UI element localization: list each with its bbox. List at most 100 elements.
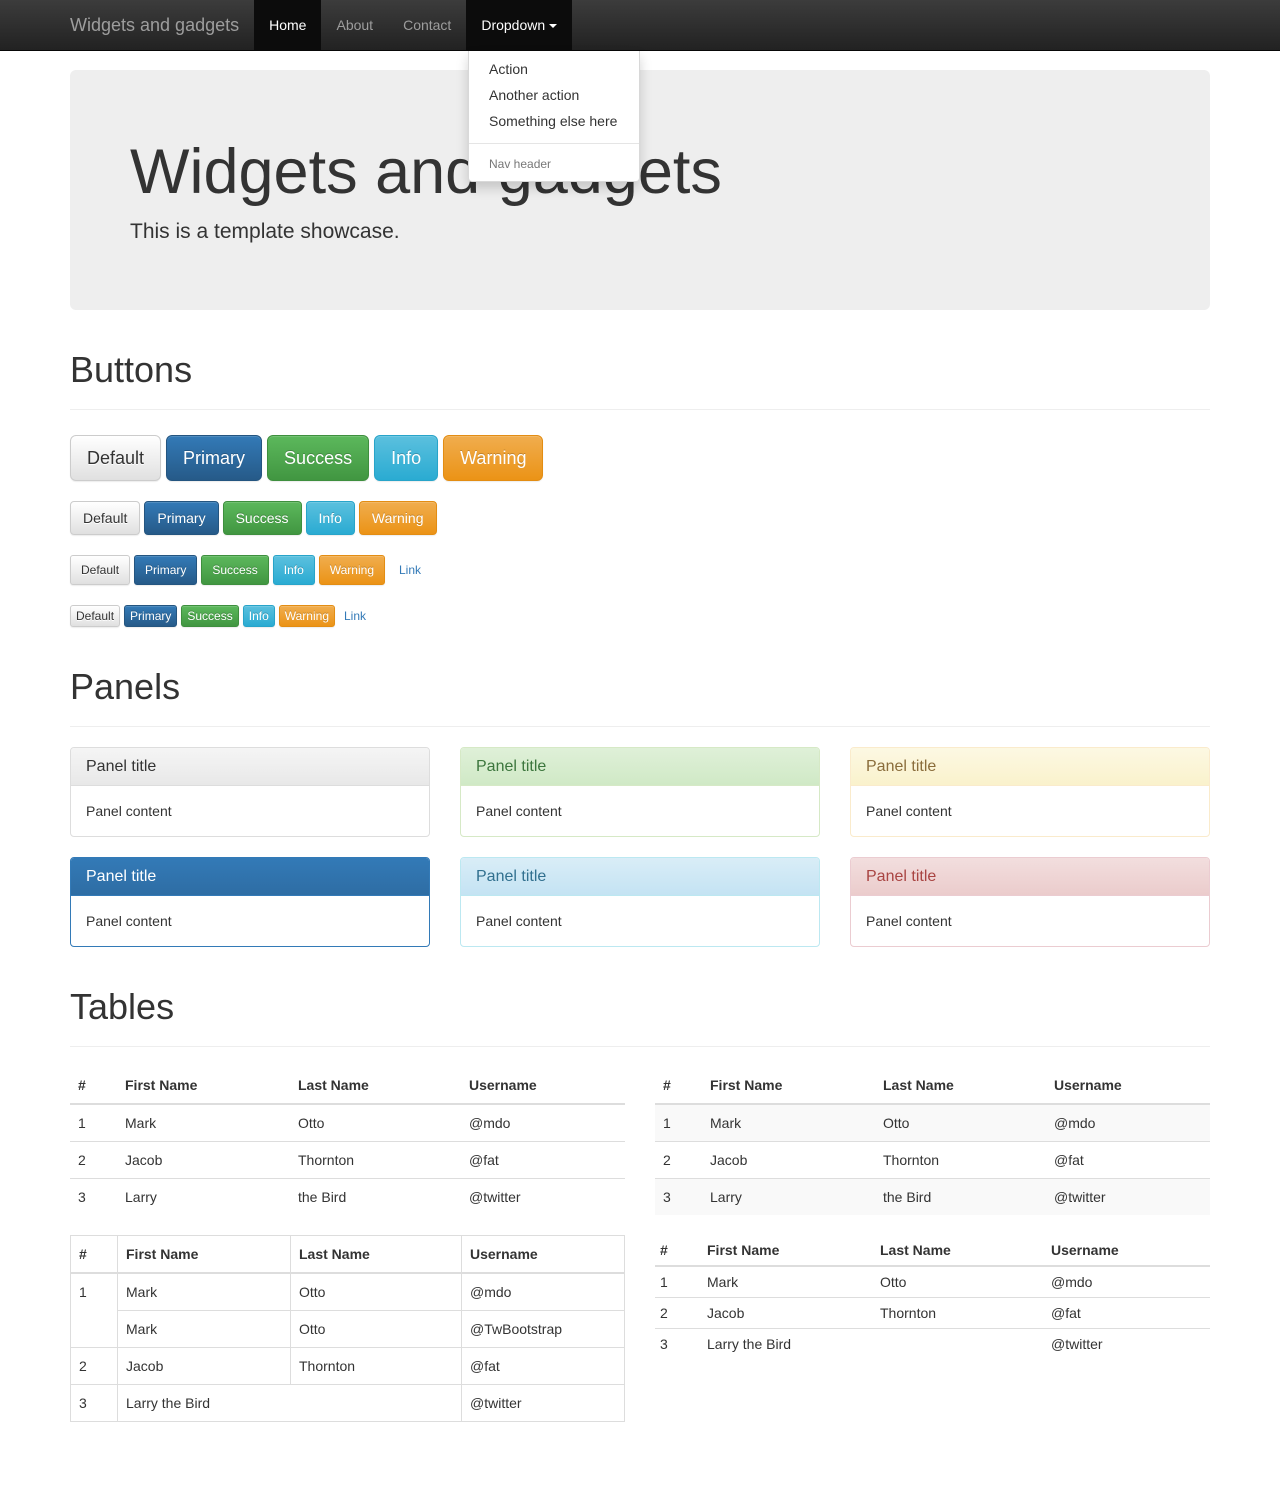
table-cell: @TwBootstrap bbox=[461, 1310, 625, 1348]
panel-title: Panel title bbox=[851, 858, 1209, 896]
info-button-lg[interactable]: Info bbox=[374, 435, 439, 481]
info-button-md[interactable]: Info bbox=[305, 501, 355, 535]
table-cell: Otto bbox=[875, 1265, 1046, 1298]
brand-link[interactable]: Widgets and gadgets bbox=[70, 0, 254, 50]
table-row: Mark Otto @TwBootstrap bbox=[71, 1310, 625, 1348]
table-row: 2 Jacob Thornton @fat bbox=[655, 1141, 1210, 1179]
column-header: First Name bbox=[117, 1067, 290, 1105]
success-button-md[interactable]: Success bbox=[222, 501, 302, 535]
table-row: 1 Mark Otto @mdo bbox=[655, 1103, 1210, 1142]
condensed-table: # First Name Last Name Username 1 Mark Otto @md… bbox=[655, 1235, 1210, 1359]
table-cell: Thornton bbox=[875, 1141, 1046, 1179]
table-cell: @twitter bbox=[461, 1178, 625, 1215]
jumbotron-subtitle: This is a template showcase. bbox=[130, 220, 400, 243]
default-button-xs[interactable]: Default bbox=[70, 605, 121, 627]
default-button-md[interactable]: Default bbox=[70, 501, 141, 535]
panel-info: Panel title Panel content bbox=[460, 857, 820, 947]
primary-button-md[interactable]: Primary bbox=[144, 501, 219, 535]
table-cell: @fat bbox=[461, 1141, 625, 1179]
primary-button-lg[interactable]: Primary bbox=[166, 435, 263, 481]
primary-button-xs[interactable]: Primary bbox=[124, 605, 178, 627]
table-cell: 3 bbox=[655, 1178, 702, 1215]
jumbotron-title: Widgets and gadgets bbox=[130, 137, 722, 207]
table-cell: 1 bbox=[655, 1103, 702, 1142]
warning-button-md[interactable]: Warning bbox=[358, 501, 437, 535]
column-header: Username bbox=[1046, 1235, 1210, 1267]
table-cell: 2 bbox=[70, 1141, 117, 1179]
panel-success: Panel title Panel content bbox=[460, 747, 820, 837]
panel-content: Panel content bbox=[476, 803, 562, 819]
column-header: First Name bbox=[702, 1067, 875, 1105]
nav-home[interactable]: Home bbox=[254, 0, 322, 50]
panel-content: Panel content bbox=[86, 803, 172, 819]
panel-title: Panel title bbox=[461, 858, 819, 896]
panel-title: Panel title bbox=[71, 748, 429, 786]
nav-about[interactable]: About bbox=[321, 0, 388, 50]
column-header: First Name bbox=[702, 1235, 875, 1267]
button-row-lg: Default Primary Success Info Warning bbox=[70, 435, 1210, 481]
table-cell: Jacob bbox=[117, 1141, 290, 1179]
table-cell: @twitter bbox=[1046, 1178, 1210, 1215]
table-row: 1 Mark Otto @mdo bbox=[70, 1103, 625, 1142]
navbar: Widgets and gadgets Home About Contact D… bbox=[0, 0, 1280, 51]
table-cell: 3 bbox=[70, 1384, 118, 1422]
button-row-xs: Default Primary Success Info Warning Link bbox=[70, 605, 1210, 627]
table-cell: @twitter bbox=[461, 1384, 625, 1422]
table-row: 3 Larry the Bird @twitter bbox=[70, 1178, 625, 1215]
table-cell: Larry the Bird bbox=[117, 1384, 462, 1422]
menu-item-something-else[interactable]: Something else here bbox=[469, 108, 639, 134]
link-button-xs[interactable]: Link bbox=[339, 605, 371, 627]
link-button-sm[interactable]: Link bbox=[389, 555, 431, 585]
info-button-xs[interactable]: Info bbox=[242, 605, 275, 627]
warning-button-lg[interactable]: Warning bbox=[443, 435, 544, 481]
column-header: # bbox=[70, 1235, 118, 1274]
table-cell: the Bird bbox=[290, 1178, 461, 1215]
table-cell: 1 bbox=[70, 1272, 118, 1348]
tables-heading: Tables bbox=[70, 987, 1210, 1047]
default-button-sm[interactable]: Default bbox=[70, 555, 131, 585]
warning-button-xs[interactable]: Warning bbox=[278, 605, 335, 627]
warning-button-sm[interactable]: Warning bbox=[318, 555, 385, 585]
table-cell: 2 bbox=[655, 1297, 702, 1329]
button-row-md: Default Primary Success Info Warning bbox=[70, 501, 1210, 535]
menu-item-another-action[interactable]: Another action bbox=[469, 82, 639, 108]
default-button-lg[interactable]: Default bbox=[70, 435, 162, 481]
column-header: Last Name bbox=[290, 1067, 461, 1105]
panel-content: Panel content bbox=[476, 913, 562, 929]
table-cell: Thornton bbox=[290, 1347, 462, 1385]
table-row: 3 Larry the Bird @twitter bbox=[655, 1178, 1210, 1215]
table-cell: Otto bbox=[290, 1103, 461, 1142]
panel-content: Panel content bbox=[866, 803, 952, 819]
caret-down-icon bbox=[549, 24, 558, 29]
success-button-sm[interactable]: Success bbox=[201, 555, 269, 585]
column-header: First Name bbox=[117, 1235, 291, 1274]
table-cell: Otto bbox=[875, 1103, 1046, 1142]
panel-default: Panel title Panel content bbox=[70, 747, 430, 837]
striped-table: # First Name Last Name Username 1 Mark Otto @md… bbox=[655, 1067, 1210, 1215]
table-cell: Mark bbox=[702, 1103, 875, 1142]
table-cell: 3 bbox=[655, 1328, 702, 1359]
panel-title: Panel title bbox=[851, 748, 1209, 786]
panel-primary: Panel title Panel content bbox=[70, 857, 430, 947]
table-cell: Thornton bbox=[290, 1141, 461, 1179]
column-header: # bbox=[70, 1067, 117, 1105]
column-header: Last Name bbox=[875, 1067, 1046, 1105]
success-button-xs[interactable]: Success bbox=[181, 605, 239, 627]
nav-dropdown[interactable]: Dropdown bbox=[466, 0, 573, 50]
table-cell: @fat bbox=[1046, 1141, 1210, 1179]
success-button-lg[interactable]: Success bbox=[267, 435, 370, 481]
panel-title: Panel title bbox=[461, 748, 819, 786]
nav-contact[interactable]: Contact bbox=[388, 0, 466, 50]
buttons-heading: Buttons bbox=[70, 350, 1210, 410]
menu-item-action[interactable]: Action bbox=[469, 56, 639, 82]
table-row: 2 Jacob Thornton @fat bbox=[655, 1297, 1210, 1329]
panel-content: Panel content bbox=[86, 913, 172, 929]
panel-content: Panel content bbox=[866, 913, 952, 929]
table-cell: Larry bbox=[117, 1178, 290, 1215]
menu-divider bbox=[469, 143, 639, 144]
table-cell: @mdo bbox=[1046, 1265, 1210, 1298]
table-cell: Jacob bbox=[702, 1141, 875, 1179]
table-cell: Mark bbox=[117, 1103, 290, 1142]
info-button-sm[interactable]: Info bbox=[272, 555, 315, 585]
primary-button-sm[interactable]: Primary bbox=[134, 555, 198, 585]
